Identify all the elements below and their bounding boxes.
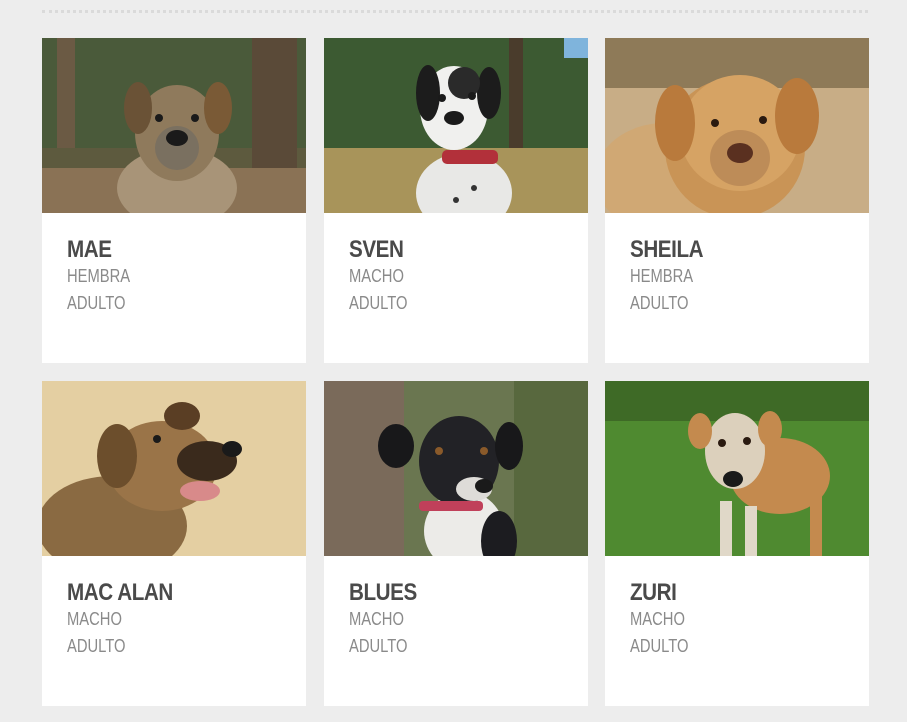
dog-card-mac-alan[interactable]: MAC ALAN MACHO ADULTO xyxy=(42,381,306,706)
dog-name[interactable]: SVEN xyxy=(349,237,533,263)
dog-photo-sheila-icon xyxy=(605,38,869,213)
dog-name[interactable]: SHEILA xyxy=(630,237,814,263)
dog-card-sven[interactable]: SVEN MACHO ADULTO xyxy=(323,38,588,363)
dog-photo[interactable] xyxy=(323,381,588,556)
dog-age: ADULTO xyxy=(348,293,408,313)
dog-info: BLUES MACHO ADULTO xyxy=(324,556,588,660)
dog-photo[interactable] xyxy=(323,38,588,213)
dog-sex: MACHO xyxy=(348,609,404,629)
dog-name[interactable]: MAE xyxy=(67,237,251,263)
dog-info: MAE HEMBRA ADULTO xyxy=(42,213,306,317)
dog-card-zuri[interactable]: ZURI MACHO ADULTO xyxy=(605,381,869,706)
dog-card-blues[interactable]: BLUES MACHO ADULTO xyxy=(323,381,588,706)
dog-grid: MAE HEMBRA ADULTO SVEN MACHO ADULTO SHEI… xyxy=(42,38,869,706)
dog-sex: MACHO xyxy=(630,609,685,629)
dog-info: ZURI MACHO ADULTO xyxy=(605,556,869,660)
dog-info: MAC ALAN MACHO ADULTO xyxy=(42,556,306,660)
dog-age: ADULTO xyxy=(630,636,689,656)
dog-name[interactable]: BLUES xyxy=(349,580,533,606)
dog-sex: MACHO xyxy=(348,266,404,286)
dog-photo-mac-alan-icon xyxy=(42,381,306,556)
dog-sex: MACHO xyxy=(67,609,122,629)
dog-name[interactable]: MAC ALAN xyxy=(67,580,251,606)
dog-card-sheila[interactable]: SHEILA HEMBRA ADULTO xyxy=(605,38,869,363)
dog-photo-zuri-icon xyxy=(605,381,869,556)
dog-photo-sven-icon xyxy=(323,38,588,213)
dog-photo[interactable] xyxy=(605,381,869,556)
dog-photo[interactable] xyxy=(605,38,869,213)
dog-photo[interactable] xyxy=(42,38,306,213)
dog-sex: HEMBRA xyxy=(630,266,694,286)
dog-info: SHEILA HEMBRA ADULTO xyxy=(605,213,869,317)
dog-age: ADULTO xyxy=(67,293,126,313)
dog-card-mae[interactable]: MAE HEMBRA ADULTO xyxy=(42,38,306,363)
dog-age: ADULTO xyxy=(67,636,126,656)
dog-age: ADULTO xyxy=(630,293,689,313)
dog-photo-mae-icon xyxy=(42,38,306,213)
section-divider xyxy=(42,10,868,13)
dog-photo[interactable] xyxy=(42,381,306,556)
dog-age: ADULTO xyxy=(348,636,408,656)
dog-sex: HEMBRA xyxy=(67,266,131,286)
dog-info: SVEN MACHO ADULTO xyxy=(324,213,588,317)
dog-name[interactable]: ZURI xyxy=(630,580,814,606)
dog-photo-blues-icon xyxy=(323,381,588,556)
